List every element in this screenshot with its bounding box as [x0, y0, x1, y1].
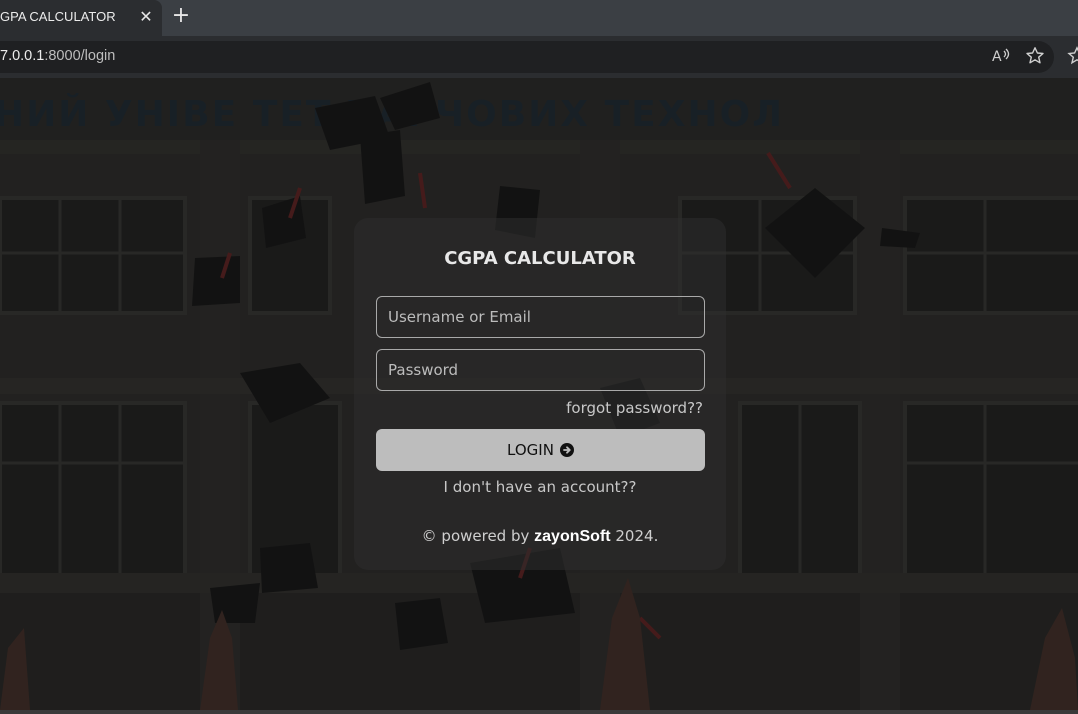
browser-tab[interactable]: GPA CALCULATOR ✕: [0, 0, 162, 36]
address-bar[interactable]: 7.0.0.1:8000/login: [0, 41, 1054, 73]
svg-text:A: A: [992, 49, 1002, 65]
star-icon-partial[interactable]: [1066, 46, 1078, 68]
tab-title: GPA CALCULATOR: [0, 9, 116, 24]
login-button-label: LOGIN: [507, 441, 554, 459]
browser-tab-bar: GPA CALCULATOR ✕ +: [0, 0, 1078, 36]
arrow-circle-right-icon: [559, 443, 574, 457]
page-title: CGPA CALCULATOR: [444, 248, 636, 269]
login-card: CGPA CALCULATOR forgot password?? LOGIN …: [354, 218, 726, 570]
username-input[interactable]: [376, 296, 705, 338]
new-tab-icon[interactable]: +: [170, 5, 192, 29]
forgot-password-link[interactable]: forgot password??: [566, 399, 703, 417]
page-viewport: НИЙ УНІВЕ ТЕТ ХАРЧОВИХ ТЕХНОЛ: [0, 78, 1078, 710]
favorite-star-icon[interactable]: [1024, 46, 1046, 68]
password-input[interactable]: [376, 349, 705, 391]
url-host: 7.0.0.1: [0, 48, 45, 64]
close-tab-icon[interactable]: ✕: [136, 6, 156, 28]
url-text: 7.0.0.1:8000/login: [0, 48, 115, 64]
bottom-strip: [0, 710, 1078, 714]
read-aloud-icon[interactable]: A: [990, 46, 1012, 68]
footer-prefix: © powered by: [421, 527, 530, 545]
footer-brand: zayonSoft: [534, 528, 611, 545]
login-button[interactable]: LOGIN: [376, 429, 705, 471]
footer-credit: © powered by zayonSoft 2024.: [354, 527, 726, 546]
register-link[interactable]: I don't have an account??: [354, 478, 726, 496]
browser-toolbar: 7.0.0.1:8000/login A: [0, 36, 1078, 78]
url-path: :8000/login: [44, 48, 116, 64]
footer-year: 2024.: [615, 527, 659, 545]
